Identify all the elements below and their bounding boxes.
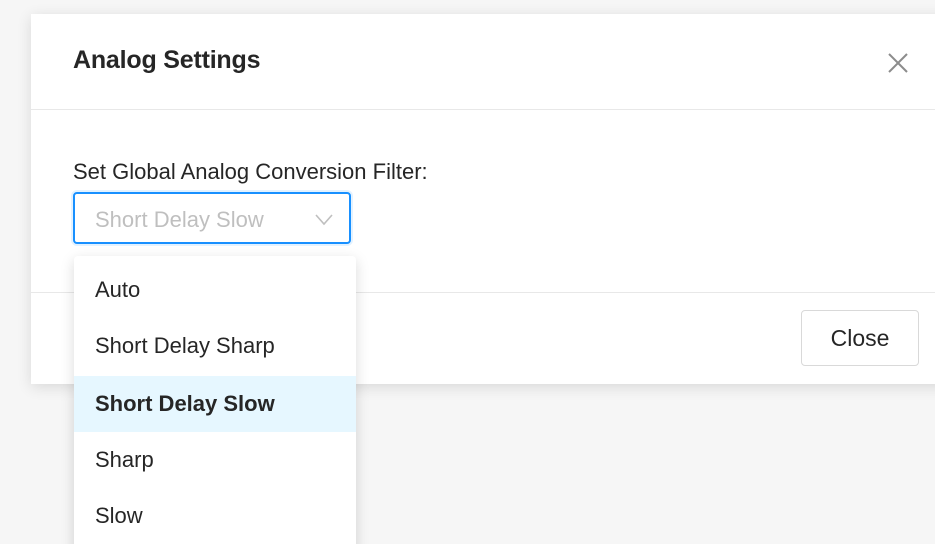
- dialog-title: Analog Settings: [73, 46, 261, 74]
- filter-select[interactable]: Short Delay Slow: [73, 192, 351, 244]
- dropdown-option-sharp[interactable]: Sharp: [74, 432, 356, 488]
- close-icon-glyph: [888, 53, 908, 73]
- dialog-header: Analog Settings: [31, 14, 935, 110]
- dropdown-option-short-delay-sharp[interactable]: Short Delay Sharp: [74, 318, 356, 374]
- close-icon[interactable]: [885, 50, 911, 76]
- close-button[interactable]: Close: [801, 310, 919, 366]
- dropdown-option-short-delay-slow[interactable]: Short Delay Slow: [74, 376, 356, 432]
- filter-select-value: Short Delay Slow: [95, 207, 264, 232]
- chevron-down-icon: [315, 213, 333, 226]
- page-backdrop: Analog Settings Set Global Analog Conver…: [0, 0, 935, 544]
- filter-dropdown-menu: Auto Short Delay Sharp Short Delay Slow …: [74, 256, 356, 544]
- dropdown-option-slow[interactable]: Slow: [74, 488, 356, 544]
- dropdown-option-auto[interactable]: Auto: [74, 262, 356, 318]
- filter-label: Set Global Analog Conversion Filter:: [73, 159, 428, 184]
